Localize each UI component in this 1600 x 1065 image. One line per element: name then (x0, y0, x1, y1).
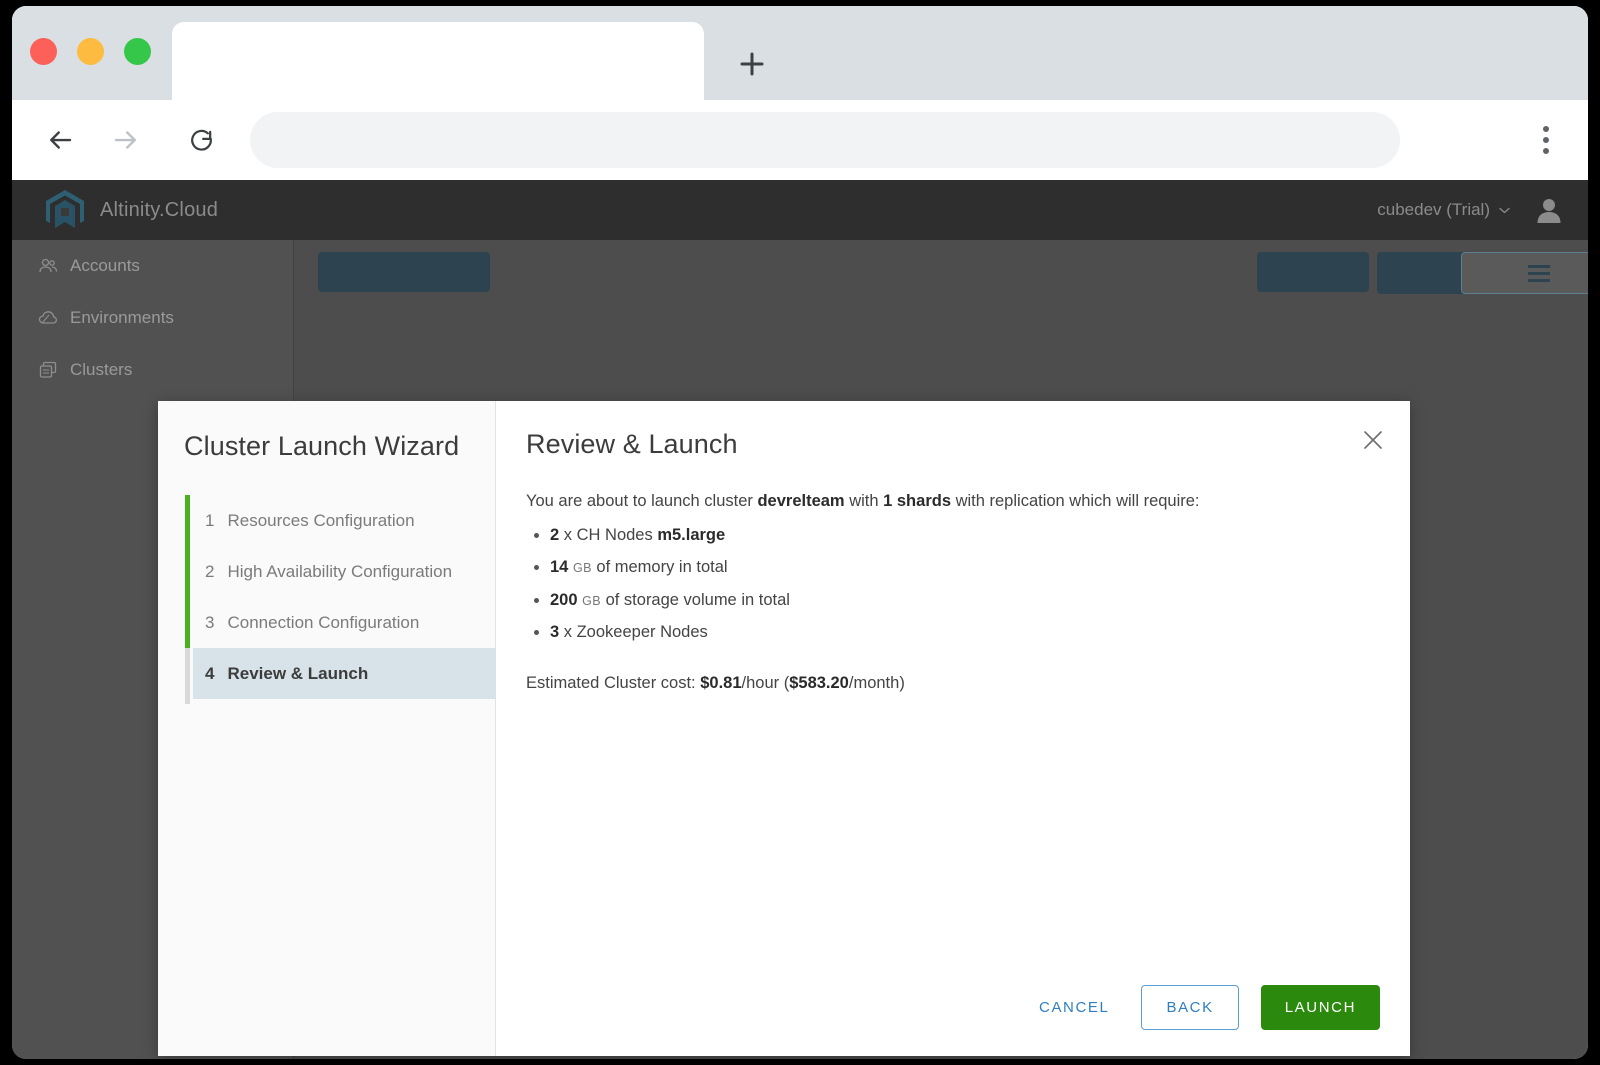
browser-tab-strip (12, 6, 1588, 100)
wizard-content-panel: Review & Launch You are about to launch … (496, 401, 1410, 1056)
window-minimize-button[interactable] (77, 38, 104, 65)
wizard-steps: 1 Resources Configuration 2 High Availab… (158, 495, 496, 704)
cost-hourly-suffix: /hour ( (741, 673, 790, 692)
reload-icon (191, 129, 212, 151)
stacked-boxes-icon (39, 361, 57, 378)
launch-button[interactable]: LAUNCH (1260, 985, 1380, 1030)
step-label: Connection Configuration (227, 612, 420, 632)
window-close-button[interactable] (30, 38, 57, 65)
step-number: 3 (205, 612, 215, 632)
step-number: 2 (205, 561, 215, 581)
step-label: High Availability Configuration (227, 561, 453, 581)
cost-monthly: $583.20 (789, 673, 849, 692)
summary-lead-1: You are about to launch cluster (526, 492, 758, 510)
cluster-name: devrelteam (757, 492, 845, 510)
summary-lead-2: with (844, 492, 884, 510)
chevron-down-icon (1499, 207, 1510, 213)
window-traffic-lights (30, 38, 151, 65)
requirement-text: of memory in total (591, 558, 728, 577)
step-number: 4 (205, 663, 215, 683)
cancel-button[interactable]: CANCEL (1029, 988, 1119, 1027)
list-item: 14 GB of memory in total (550, 557, 1372, 578)
cost-monthly-suffix: /month) (848, 673, 905, 692)
step-label: Review & Launch (227, 663, 369, 683)
bg-secondary-button[interactable] (1257, 252, 1369, 292)
sidebar-item-clusters[interactable]: Clusters (12, 344, 293, 396)
address-bar[interactable] (250, 112, 1400, 168)
sidebar-item-label: Clusters (70, 360, 133, 379)
sidebar-item-label: Accounts (70, 256, 140, 275)
step-number: 1 (205, 510, 215, 530)
browser-tab[interactable] (172, 22, 704, 100)
new-tab-button[interactable] (724, 36, 780, 92)
shards-value: 1 shards (883, 492, 951, 510)
cluster-launch-wizard-modal: Cluster Launch Wizard 1 Resources Config… (158, 401, 1410, 1056)
app-navbar: Altinity.Cloud cubedev (Trial) (12, 180, 1588, 240)
sidebar-item-label: Environments (70, 308, 174, 327)
list-item: 3 x Zookeeper Nodes (550, 622, 1372, 643)
arrow-left-icon (50, 131, 72, 149)
wizard-step-resources-configuration[interactable]: 1 Resources Configuration (158, 495, 495, 546)
requirement-unit: GB (582, 593, 601, 608)
requirement-text: x Zookeeper Nodes (559, 623, 708, 642)
cost-label: Estimated Cluster cost: (526, 673, 701, 692)
kebab-menu-icon (1543, 126, 1549, 132)
steps-progress-rail-pending (185, 648, 190, 704)
wizard-step-connection-configuration[interactable]: 3 Connection Configuration (158, 597, 495, 648)
wizard-step-review-and-launch[interactable]: 4 Review & Launch (193, 648, 496, 699)
cost-hourly: $0.81 (700, 673, 742, 692)
bg-primary-button[interactable] (318, 252, 490, 292)
close-button[interactable] (1358, 425, 1388, 455)
navbar-right: cubedev (Trial) (1377, 197, 1562, 224)
account-switcher[interactable]: cubedev (Trial) (1377, 200, 1510, 220)
wizard-step-high-availability-configuration[interactable]: 2 High Availability Configuration (158, 546, 495, 597)
web-page: Altinity.Cloud cubedev (Trial) Accounts … (12, 180, 1588, 1059)
requirements-list: 2 x CH Nodes m5.large 14 GB of memory in… (550, 525, 1372, 644)
sidebar-item-environments[interactable]: Environments (12, 292, 293, 344)
sidebar-item-accounts[interactable]: Accounts (12, 240, 293, 292)
requirement-value: 3 (550, 623, 560, 642)
step-label: Resources Configuration (227, 510, 415, 530)
browser-menu-button[interactable] (1526, 114, 1566, 166)
list-item: 200 GB of storage volume in total (550, 590, 1372, 611)
account-label: cubedev (Trial) (1377, 200, 1490, 219)
requirement-value: 2 (550, 525, 560, 544)
browser-toolbar (12, 100, 1588, 180)
wizard-steps-panel: Cluster Launch Wizard 1 Resources Config… (158, 401, 496, 1056)
user-avatar-icon[interactable] (1536, 197, 1562, 224)
reload-button[interactable] (176, 114, 228, 166)
requirement-value: 200 (550, 590, 578, 609)
altinity-logo-icon (46, 190, 84, 228)
requirement-text: of storage volume in total (601, 590, 790, 609)
forward-button[interactable] (100, 114, 152, 166)
window-maximize-button[interactable] (124, 38, 151, 65)
modal-action-buttons: CANCEL BACK LAUNCH (1029, 985, 1380, 1030)
requirement-unit: GB (572, 561, 592, 576)
summary-lead-line: You are about to launch cluster devrelte… (526, 490, 1372, 514)
requirement-text: x CH Nodes (559, 525, 658, 544)
page-title: Review & Launch (526, 429, 738, 459)
brand[interactable]: Altinity.Cloud (44, 188, 218, 232)
people-icon (39, 258, 58, 273)
arrow-right-icon (114, 131, 136, 149)
summary-lead-3: with replication which will require: (951, 492, 1200, 510)
cloud-icon (38, 311, 58, 324)
estimated-cost: Estimated Cluster cost: $0.81/hour ($583… (526, 672, 1372, 696)
hamburger-icon (1528, 264, 1550, 282)
brand-name: Altinity.Cloud (100, 198, 219, 221)
wizard-title: Cluster Launch Wizard (184, 431, 460, 461)
plus-icon (740, 52, 764, 76)
browser-window: Altinity.Cloud cubedev (Trial) Accounts … (12, 6, 1588, 1059)
back-button[interactable]: BACK (1141, 985, 1239, 1030)
requirement-emphasis: m5.large (657, 525, 726, 544)
back-button[interactable] (34, 114, 86, 166)
requirement-value: 14 (550, 558, 569, 577)
bg-list-view-toggle[interactable] (1461, 252, 1588, 294)
close-icon (1364, 431, 1382, 449)
list-item: 2 x CH Nodes m5.large (550, 525, 1372, 546)
launch-summary: You are about to launch cluster devrelte… (526, 490, 1372, 696)
